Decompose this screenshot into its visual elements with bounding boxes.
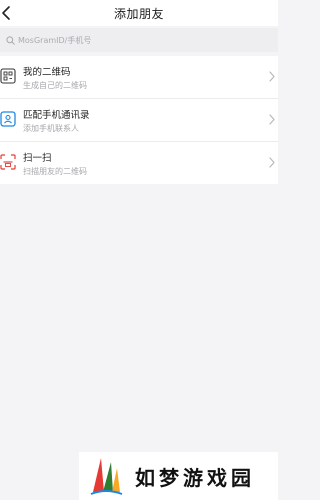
option-title: 扫一扫 <box>23 153 52 164</box>
scan-icon <box>0 153 18 171</box>
chevron-right-icon <box>269 71 275 82</box>
watermark: 如梦游戏园 <box>79 452 278 500</box>
phone-contacts-icon <box>0 110 18 128</box>
qr-code-icon <box>0 67 18 85</box>
search-bar[interactable] <box>0 28 278 52</box>
search-input[interactable] <box>18 35 258 45</box>
search-icon <box>6 35 15 45</box>
option-match-contacts[interactable]: 匹配手机通讯录 添加手机联系人 <box>0 99 278 142</box>
option-subtitle: 添加手机联系人 <box>23 124 79 133</box>
watermark-text: 如梦游戏园 <box>135 466 255 490</box>
add-friend-options: 我的二维码 生成自己的二维码 匹配手机通讯录 添加手机联系人 扫一扫 扫描朋友的… <box>0 56 278 184</box>
sail-logo-icon <box>89 454 123 496</box>
page-title: 添加朋友 <box>113 7 164 21</box>
chevron-right-icon <box>269 114 275 125</box>
chevron-right-icon <box>269 157 275 168</box>
option-my-qr-code[interactable]: 我的二维码 生成自己的二维码 <box>0 56 278 99</box>
nav-bar: 添加朋友 <box>0 0 278 26</box>
option-title: 匹配手机通讯录 <box>23 110 90 121</box>
option-subtitle: 生成自己的二维码 <box>23 81 87 90</box>
option-scan[interactable]: 扫一扫 扫描朋友的二维码 <box>0 142 278 184</box>
option-title: 我的二维码 <box>23 67 71 78</box>
option-subtitle: 扫描朋友的二维码 <box>23 167 87 176</box>
